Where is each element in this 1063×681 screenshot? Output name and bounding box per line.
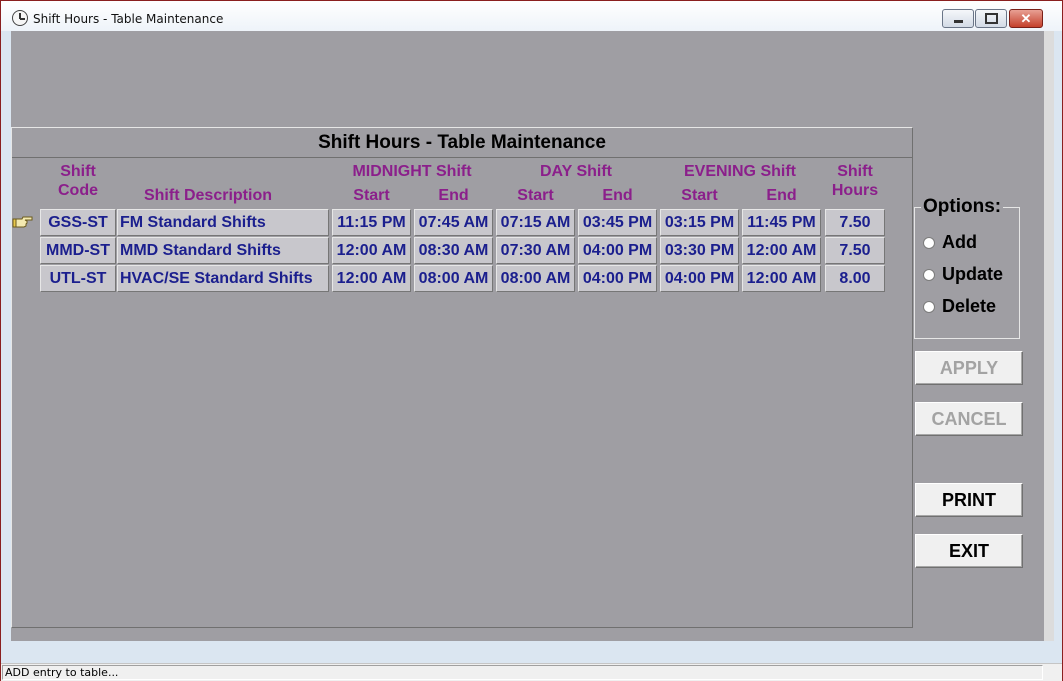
maximize-button[interactable] xyxy=(975,9,1007,28)
row1-midnight-end[interactable]: 07:45 AM xyxy=(414,209,493,236)
options-legend: Options: xyxy=(921,196,1004,218)
row3-hours[interactable]: 8.00 xyxy=(825,265,885,292)
status-text: ADD entry to table... xyxy=(2,665,1043,680)
exit-button[interactable]: EXIT xyxy=(915,534,1023,568)
row2-day-start[interactable]: 07:30 AM xyxy=(496,237,575,264)
row2-midnight-start[interactable]: 12:00 AM xyxy=(332,237,411,264)
update-label: Update xyxy=(942,264,1004,284)
row1-day-start[interactable]: 07:15 AM xyxy=(496,209,575,236)
row2-midnight-end[interactable]: 08:30 AM xyxy=(414,237,493,264)
header-day-shift: DAY Shift xyxy=(539,163,612,180)
row3-midnight-end[interactable]: 08:00 AM xyxy=(414,265,493,292)
header-evening-end: End xyxy=(766,187,797,204)
header-shift-code-line2: Code xyxy=(58,182,98,199)
header-day-end: End xyxy=(602,187,633,204)
title-bar[interactable]: Shift Hours - Table Maintenance ✕ xyxy=(1,1,1062,31)
header-midnight-shift: MIDNIGHT Shift xyxy=(352,163,472,180)
header-evening-shift: EVENING Shift xyxy=(683,163,796,180)
apply-button[interactable]: APPLY xyxy=(915,351,1023,385)
row3-day-end[interactable]: 04:00 PM xyxy=(578,265,657,292)
row1-hours[interactable]: 7.50 xyxy=(825,209,885,236)
header-evening-start: Start xyxy=(681,187,718,204)
app-window: Shift Hours - Table Maintenance ✕ Shift … xyxy=(0,0,1063,681)
option-delete[interactable]: Delete xyxy=(923,296,996,317)
update-radio[interactable] xyxy=(923,268,935,281)
add-radio[interactable] xyxy=(923,236,935,249)
row2-description[interactable]: MMD Standard Shifts xyxy=(117,237,329,264)
row3-code[interactable]: UTL-ST xyxy=(40,265,116,292)
header-shift-hours-line2: Hours xyxy=(831,182,879,199)
pointing-hand-icon xyxy=(12,216,33,228)
minimize-button[interactable] xyxy=(942,9,974,28)
row1-evening-end[interactable]: 11:45 PM xyxy=(742,209,821,236)
row2-evening-start[interactable]: 03:30 PM xyxy=(660,237,739,264)
delete-label: Delete xyxy=(942,296,997,316)
row2-evening-end[interactable]: 12:00 AM xyxy=(742,237,821,264)
vertical-scrollbar[interactable] xyxy=(1044,31,1054,641)
row2-hours[interactable]: 7.50 xyxy=(825,237,885,264)
header-shift-code: Shift Code xyxy=(40,162,116,200)
window-title: Shift Hours - Table Maintenance xyxy=(33,12,224,26)
row3-evening-end[interactable]: 12:00 AM xyxy=(742,265,821,292)
header-midnight-end: End xyxy=(438,187,469,204)
clock-icon xyxy=(12,10,28,26)
header-midnight-start: Start xyxy=(353,187,390,204)
print-button[interactable]: PRINT xyxy=(915,483,1023,517)
row1-day-end[interactable]: 03:45 PM xyxy=(578,209,657,236)
row3-day-start[interactable]: 08:00 AM xyxy=(496,265,575,292)
option-update[interactable]: Update xyxy=(923,264,1003,285)
delete-radio[interactable] xyxy=(923,300,935,313)
option-add[interactable]: Add xyxy=(923,232,977,253)
header-shift-hours-line1: Shift xyxy=(837,163,873,180)
row1-midnight-start[interactable]: 11:15 PM xyxy=(332,209,411,236)
row3-description[interactable]: HVAC/SE Standard Shifts xyxy=(117,265,329,292)
header-shift-hours: Shift Hours xyxy=(825,162,885,200)
close-button[interactable]: ✕ xyxy=(1009,9,1043,28)
row1-evening-start[interactable]: 03:15 PM xyxy=(660,209,739,236)
cancel-button[interactable]: CANCEL xyxy=(915,402,1023,436)
row2-day-end[interactable]: 04:00 PM xyxy=(578,237,657,264)
panel-title: Shift Hours - Table Maintenance xyxy=(12,128,912,158)
header-shift-code-line1: Shift xyxy=(60,163,96,180)
row3-midnight-start[interactable]: 12:00 AM xyxy=(332,265,411,292)
add-label: Add xyxy=(942,232,977,252)
row3-evening-start[interactable]: 04:00 PM xyxy=(660,265,739,292)
header-day-start: Start xyxy=(517,187,554,204)
row1-code[interactable]: GSS-ST xyxy=(40,209,116,236)
header-shift-description: Shift Description xyxy=(143,187,272,204)
status-bar: ADD entry to table... xyxy=(1,663,1062,681)
row1-description[interactable]: FM Standard Shifts xyxy=(117,209,329,236)
row2-code[interactable]: MMD-ST xyxy=(40,237,116,264)
